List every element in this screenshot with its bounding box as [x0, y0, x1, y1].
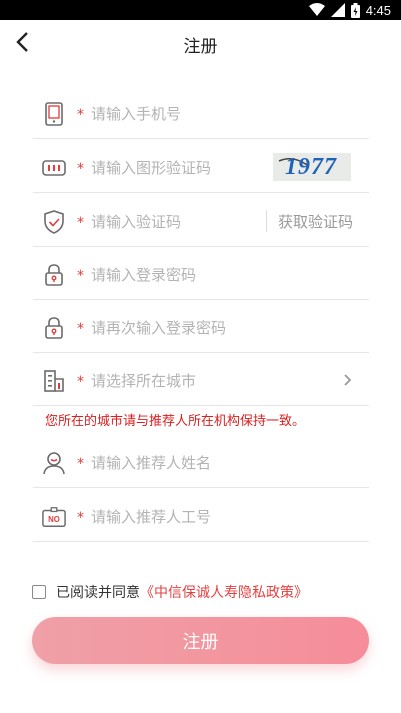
status-bar: 4:45 — [0, 0, 401, 20]
password-input[interactable] — [91, 263, 291, 287]
id-badge-text: NO — [48, 515, 60, 524]
referrer-name-field-row: * — [33, 448, 369, 488]
agreement-checkbox[interactable] — [32, 585, 46, 599]
password-field-row: * — [33, 260, 369, 300]
battery-icon — [350, 2, 360, 18]
city-notice: 您所在的城市请与推荐人所在机构保持一致。 — [45, 414, 306, 429]
referrer-id-input[interactable] — [91, 505, 291, 529]
page-title: 注册 — [183, 37, 218, 57]
password-confirm-field-row: * — [33, 313, 369, 353]
required-mark: * — [77, 161, 84, 177]
shield-icon — [42, 210, 66, 234]
sms-code-input[interactable] — [91, 210, 261, 234]
chevron-right-icon — [343, 372, 353, 391]
required-mark: * — [77, 215, 84, 231]
required-mark: * — [77, 456, 84, 472]
agreement-text: 已阅读并同意 — [56, 585, 140, 601]
phone-icon — [42, 102, 66, 126]
city-select[interactable] — [91, 369, 291, 393]
referrer-id-field-row: NO * — [33, 502, 369, 542]
lock-icon — [42, 263, 66, 287]
privacy-policy-link[interactable]: 《中信保诚人寿隐私政策》 — [140, 585, 308, 601]
referrer-name-input[interactable] — [91, 451, 291, 475]
person-icon — [42, 451, 66, 475]
required-mark: * — [77, 321, 84, 337]
wifi-icon — [308, 3, 325, 16]
get-code-button[interactable]: 获取验证码 — [278, 211, 353, 232]
title-bar: 注册 — [0, 20, 401, 64]
required-mark: * — [77, 107, 84, 123]
image-code-field-row: * 1977 — [33, 153, 369, 193]
signal-icon — [330, 3, 345, 17]
id-badge-icon: NO — [42, 505, 66, 529]
captcha-icon — [42, 156, 66, 180]
captcha-text: 1977 — [285, 154, 337, 180]
captcha-image[interactable]: 1977 — [273, 153, 351, 181]
city-field-row[interactable]: * — [33, 366, 369, 406]
required-mark: * — [77, 374, 84, 390]
phone-field-row: * — [33, 99, 369, 139]
image-code-input[interactable] — [91, 156, 271, 180]
agreement-row: 已阅读并同意《中信保诚人寿隐私政策》 — [32, 582, 308, 602]
required-mark: * — [77, 268, 84, 284]
password-confirm-input[interactable] — [91, 316, 291, 340]
register-button[interactable]: 注册 — [32, 617, 369, 664]
phone-input[interactable] — [91, 102, 291, 126]
divider — [266, 210, 267, 232]
status-time: 4:45 — [365, 2, 391, 18]
building-icon — [42, 369, 66, 393]
required-mark: * — [77, 510, 84, 526]
sms-code-field-row: * 获取验证码 — [33, 207, 369, 247]
lock-icon — [42, 316, 66, 340]
